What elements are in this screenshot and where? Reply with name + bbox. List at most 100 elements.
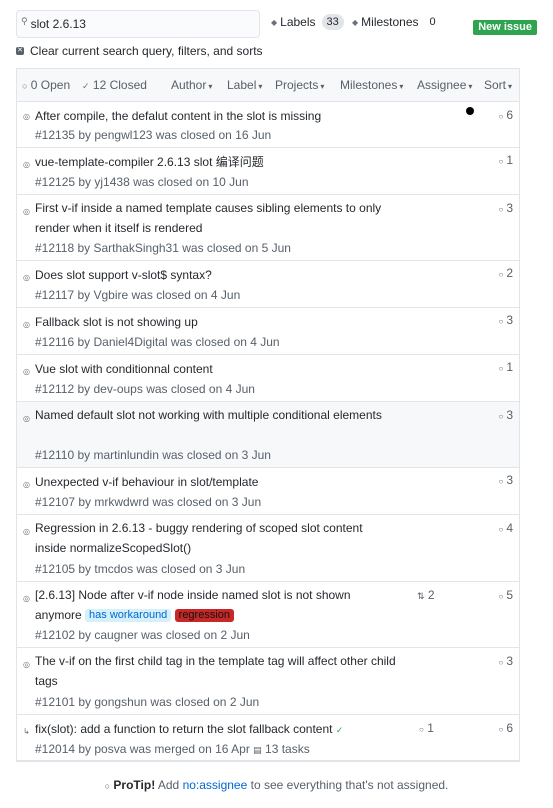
clear-filters-link[interactable]: ✕ Clear current search query, filters, a… xyxy=(16,44,263,58)
milestones-count: 0 xyxy=(429,16,436,28)
issue-title[interactable]: The v-if on the first child tag in the t… xyxy=(35,651,397,691)
label-regression[interactable]: regression xyxy=(174,609,235,622)
issue-meta: #12102 by caugner was closed on 2 Jun xyxy=(35,628,250,642)
comments-link[interactable]: ○ 1 xyxy=(498,360,513,374)
comment-icon: ○ xyxy=(498,205,504,214)
comments-link[interactable]: ○ 3 xyxy=(498,201,513,215)
protip-post: to see everything that's not assigned. xyxy=(250,778,449,792)
issue-row[interactable]: ◎ Does slot support v-slot$ syntax? #121… xyxy=(17,261,519,308)
milestones-filter[interactable]: Milestones ▾ xyxy=(340,78,403,92)
issue-title[interactable]: Regression in 2.6.13 - buggy rendering o… xyxy=(35,518,397,558)
comment-icon: ○ xyxy=(498,112,504,121)
issue-row[interactable]: ◎ Vue slot with conditionnal content #12… xyxy=(17,355,519,402)
label-has-workaround[interactable]: has workaround xyxy=(85,609,172,622)
assignee-filter[interactable]: Assignee ▾ xyxy=(417,78,472,92)
comment-icon: ○ xyxy=(498,658,504,667)
closed-filter[interactable]: ✓ 12 Closed xyxy=(82,78,147,92)
light-bulb-icon: ○ xyxy=(104,781,111,791)
issue-meta: #12110 by martinlundin was closed on 3 J… xyxy=(35,448,271,462)
issue-meta: #12112 by dev-oups was closed on 4 Jun xyxy=(35,382,255,396)
milestone-icon: ◆ xyxy=(352,17,359,27)
comments-link[interactable]: ○ 3 xyxy=(498,313,513,327)
comment-icon: ○ xyxy=(498,364,504,373)
issue-closed-icon: ◎ xyxy=(23,367,30,376)
issue-opened-icon: ○ xyxy=(22,81,28,91)
cursor-dot xyxy=(466,107,474,115)
issue-title[interactable]: vue-template-compiler 2.6.13 slot 编译问题 xyxy=(35,152,397,172)
protip-pre: Add xyxy=(157,778,180,792)
comments-link[interactable]: ○ 2 xyxy=(498,266,513,280)
comments-link[interactable]: ○ 4 xyxy=(498,521,513,535)
author-label: Author xyxy=(171,78,207,92)
issue-row[interactable]: ◎ First v-if inside a named template cau… xyxy=(17,195,519,261)
check-icon: ✓ xyxy=(335,725,344,735)
issue-title[interactable]: Named default slot not working with mult… xyxy=(35,405,397,425)
issue-title[interactable]: [2.6.13] Node after v-if node inside nam… xyxy=(35,585,397,625)
sort-filter[interactable]: Sort ▾ xyxy=(484,78,512,92)
comments-link[interactable]: ○ 1 xyxy=(498,153,513,167)
issue-meta: #12135 by pengwl123 was closed on 16 Jun xyxy=(35,128,272,142)
search-icon: ⚲ xyxy=(21,15,28,26)
check-icon: ✓ xyxy=(82,81,90,91)
comments-link[interactable]: ○ 6 xyxy=(498,108,513,122)
comment-count: 6 xyxy=(506,721,513,735)
pr-meta-text: #12014 by posva was merged on 16 Apr xyxy=(35,742,250,756)
issue-title[interactable]: Does slot support v-slot$ syntax? xyxy=(35,265,397,285)
issue-meta: #12107 by mrkwdwrd was closed on 3 Jun xyxy=(35,495,262,509)
comment-count: 4 xyxy=(506,521,513,535)
issue-row[interactable]: ◎ The v-if on the first child tag in the… xyxy=(17,648,519,715)
top-bar: ⚲ slot 2.6.13 ◆ Labels 33 ◆ Milestones 0… xyxy=(16,10,537,40)
issue-closed-icon: ◎ xyxy=(23,207,30,216)
protip-link[interactable]: no:assignee xyxy=(183,778,248,792)
issue-meta: #12117 by Vgbire was closed on 4 Jun xyxy=(35,288,241,302)
comment-count: 1 xyxy=(506,360,513,374)
comments-link[interactable]: ○ 6 xyxy=(498,721,513,735)
issue-row[interactable]: ◎ After compile, the defalut content in … xyxy=(17,102,519,148)
linked-issue-link[interactable]: ○ 1 xyxy=(419,721,434,735)
pull-request-row[interactable]: ↳ fix(slot): add a function to return th… xyxy=(17,715,519,761)
issue-list: ◎ After compile, the defalut content in … xyxy=(16,101,520,762)
labels-label: Labels xyxy=(280,15,316,29)
comment-count: 2 xyxy=(506,266,513,280)
issue-closed-icon: ◎ xyxy=(23,594,30,603)
milestones-link[interactable]: ◆ Milestones 0 xyxy=(352,14,441,30)
issue-title[interactable]: After compile, the defalut content in th… xyxy=(35,106,397,126)
issue-title[interactable]: Fallback slot is not showing up xyxy=(35,312,397,332)
author-filter[interactable]: Author ▾ xyxy=(171,78,212,92)
comments-link[interactable]: ○ 3 xyxy=(498,654,513,668)
open-count: 0 Open xyxy=(30,78,71,92)
issue-row[interactable]: ◎ Unexpected v-if behaviour in slot/temp… xyxy=(17,468,519,515)
new-issue-button[interactable]: New issue xyxy=(473,20,537,35)
comment-icon: ○ xyxy=(498,317,504,326)
issue-meta: #12105 by tmcdos was closed on 3 Jun xyxy=(35,562,246,576)
labels-link[interactable]: ◆ Labels 33 xyxy=(271,14,344,30)
task-count: 13 tasks xyxy=(265,742,310,756)
issue-title[interactable]: Unexpected v-if behaviour in slot/templa… xyxy=(35,472,397,492)
issue-row[interactable]: ◎ Named default slot not working with mu… xyxy=(17,402,519,468)
issue-row[interactable]: ◎ Fallback slot is not showing up #12116… xyxy=(17,308,519,355)
search-input[interactable]: ⚲ slot 2.6.13 xyxy=(16,10,260,38)
linked-pr-link[interactable]: ⇅ 2 xyxy=(417,588,435,602)
labels-count: 33 xyxy=(321,14,344,30)
issue-row[interactable]: ◎ vue-template-compiler 2.6.13 slot 编译问题… xyxy=(17,148,519,195)
issue-row[interactable]: ◎ Regression in 2.6.13 - buggy rendering… xyxy=(17,515,519,582)
sort-label: Sort xyxy=(484,78,507,92)
pr-title[interactable]: fix(slot): add a function to return the … xyxy=(35,719,397,740)
comments-link[interactable]: ○ 3 xyxy=(498,473,513,487)
comment-icon: ○ xyxy=(498,412,504,421)
issue-title[interactable]: First v-if inside a named template cause… xyxy=(35,198,397,238)
comments-link[interactable]: ○ 5 xyxy=(498,588,513,602)
issue-row[interactable]: ◎ [2.6.13] Node after v-if node inside n… xyxy=(17,582,519,648)
milestones-label: Milestones xyxy=(361,15,419,29)
comment-count: 3 xyxy=(506,654,513,668)
issue-title[interactable]: Vue slot with conditionnal content xyxy=(35,359,397,379)
projects-filter[interactable]: Projects ▾ xyxy=(275,78,324,92)
chevron-down-icon: ▾ xyxy=(208,82,213,91)
comment-icon: ○ xyxy=(498,270,504,279)
issues-filter-bar: ○ 0 Open ✓ 12 Closed Author ▾ Label ▾ Proj… xyxy=(16,68,520,101)
label-label: Label xyxy=(227,78,257,92)
label-filter[interactable]: Label ▾ xyxy=(227,78,262,92)
open-filter[interactable]: ○ 0 Open xyxy=(22,78,70,92)
issue-closed-icon: ◎ xyxy=(23,414,30,423)
comments-link[interactable]: ○ 3 xyxy=(498,408,513,422)
